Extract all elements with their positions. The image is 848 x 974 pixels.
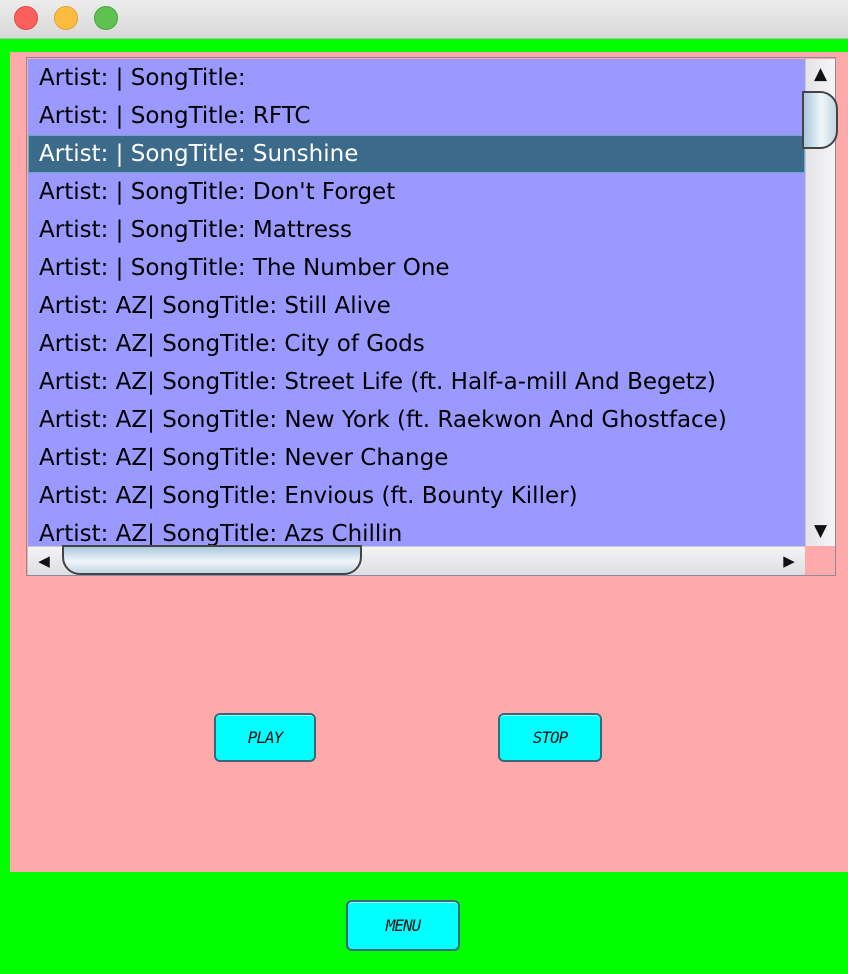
song-list-item[interactable]: Artist: AZ| SongTitle: Azs Chillin — [28, 515, 805, 546]
song-list-item[interactable]: Artist: | SongTitle: Mattress — [28, 211, 805, 249]
song-list-item[interactable]: Artist: | SongTitle: The Number One — [28, 249, 805, 287]
song-list-item[interactable]: Artist: AZ| SongTitle: City of Gods — [28, 325, 805, 363]
stop-button[interactable]: STOP — [498, 713, 602, 762]
song-list-item[interactable]: Artist: AZ| SongTitle: New York (ft. Rae… — [28, 401, 805, 439]
menu-button[interactable]: MENU — [346, 900, 460, 951]
vertical-scroll-thumb[interactable] — [802, 91, 838, 149]
frame-border — [0, 39, 848, 52]
vertical-scrollbar[interactable]: ▲ ▼ — [802, 59, 838, 546]
song-list-item[interactable]: Artist: | SongTitle: — [28, 59, 805, 97]
scroll-down-arrow-icon[interactable]: ▼ — [806, 518, 835, 544]
horizontal-scroll-thumb[interactable] — [62, 545, 362, 575]
song-list-item[interactable]: Artist: AZ| SongTitle: Still Alive — [28, 287, 805, 325]
zoom-window-button[interactable] — [94, 6, 118, 30]
song-list-item[interactable]: Artist: | SongTitle: RFTC — [28, 97, 805, 135]
scroll-left-arrow-icon[interactable]: ◀ — [30, 547, 58, 575]
song-list[interactable]: Artist: | SongTitle: Artist: | SongTitle:… — [28, 59, 805, 546]
window-titlebar — [0, 0, 848, 39]
song-list-item[interactable]: Artist: | SongTitle: Don't Forget — [28, 173, 805, 211]
song-list-item[interactable]: Artist: AZ| SongTitle: Never Change — [28, 439, 805, 477]
scroll-up-arrow-icon[interactable]: ▲ — [806, 61, 835, 87]
play-button[interactable]: PLAY — [214, 713, 316, 762]
horizontal-scrollbar[interactable]: ◀ ▶ — [28, 545, 805, 575]
song-list-item[interactable]: Artist: AZ| SongTitle: Street Life (ft. … — [28, 363, 805, 401]
song-list-item[interactable]: Artist: AZ| SongTitle: Envious (ft. Boun… — [28, 477, 805, 515]
song-list-scrollpane: Artist: | SongTitle: Artist: | SongTitle:… — [26, 57, 838, 576]
close-window-button[interactable] — [14, 6, 38, 30]
song-list-item[interactable]: Artist: | SongTitle: Sunshine — [28, 135, 805, 173]
scroll-right-arrow-icon[interactable]: ▶ — [775, 547, 803, 575]
minimize-window-button[interactable] — [54, 6, 78, 30]
